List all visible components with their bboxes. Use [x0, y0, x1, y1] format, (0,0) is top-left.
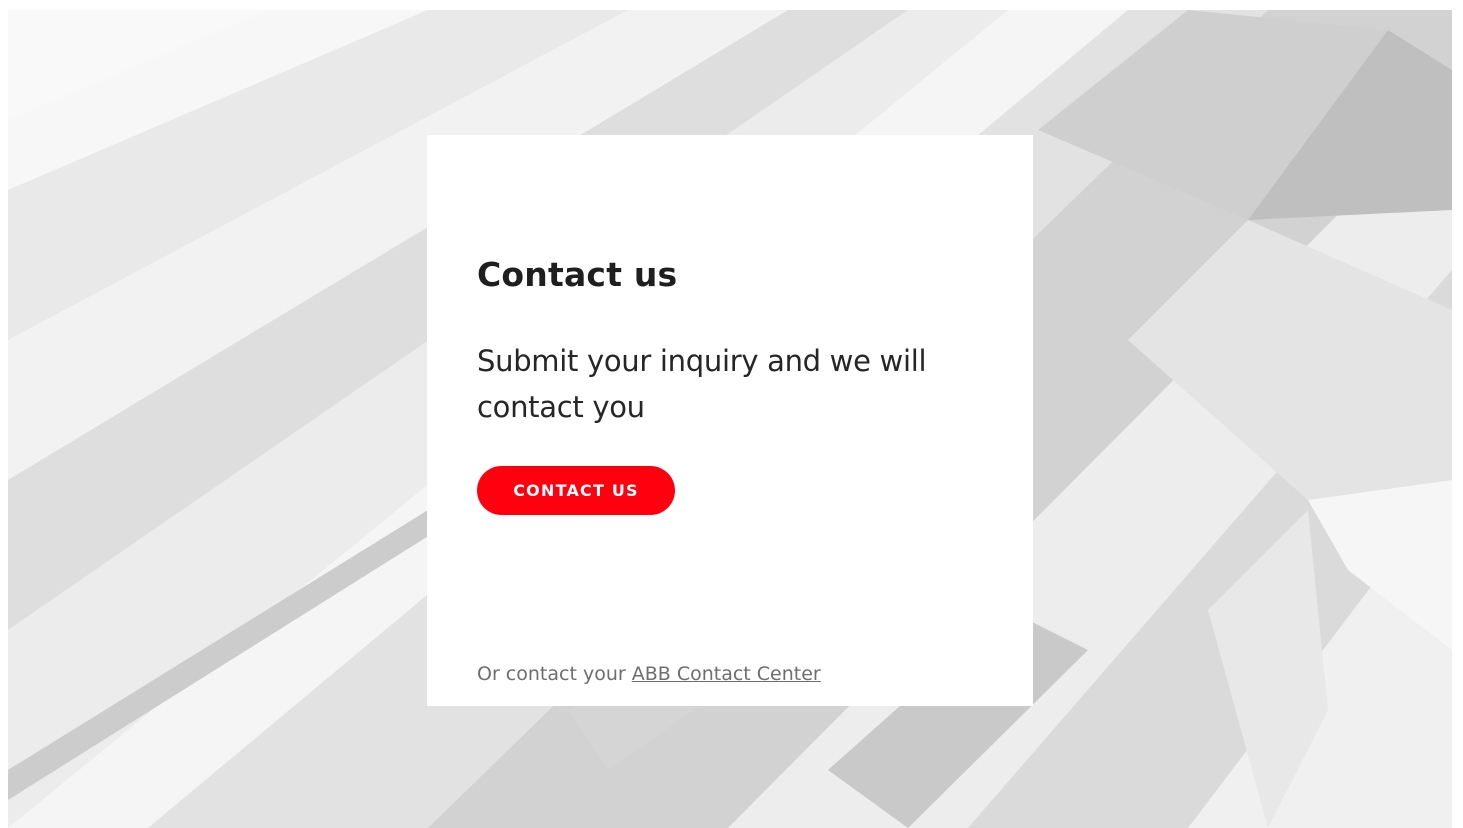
footer-text: Or contact your ABB Contact Center: [477, 660, 821, 688]
contact-card: Contact us Submit your inquiry and we wi…: [427, 135, 1033, 706]
footer-prefix: Or contact your: [477, 663, 632, 685]
card-description: Submit your inquiry and we will contact …: [477, 344, 927, 424]
card-title: Contact us: [477, 255, 678, 294]
hero-section: Contact us Submit your inquiry and we wi…: [8, 10, 1452, 828]
abb-contact-center-link[interactable]: ABB Contact Center: [632, 663, 821, 685]
contact-us-button[interactable]: CONTACT US: [477, 466, 675, 515]
